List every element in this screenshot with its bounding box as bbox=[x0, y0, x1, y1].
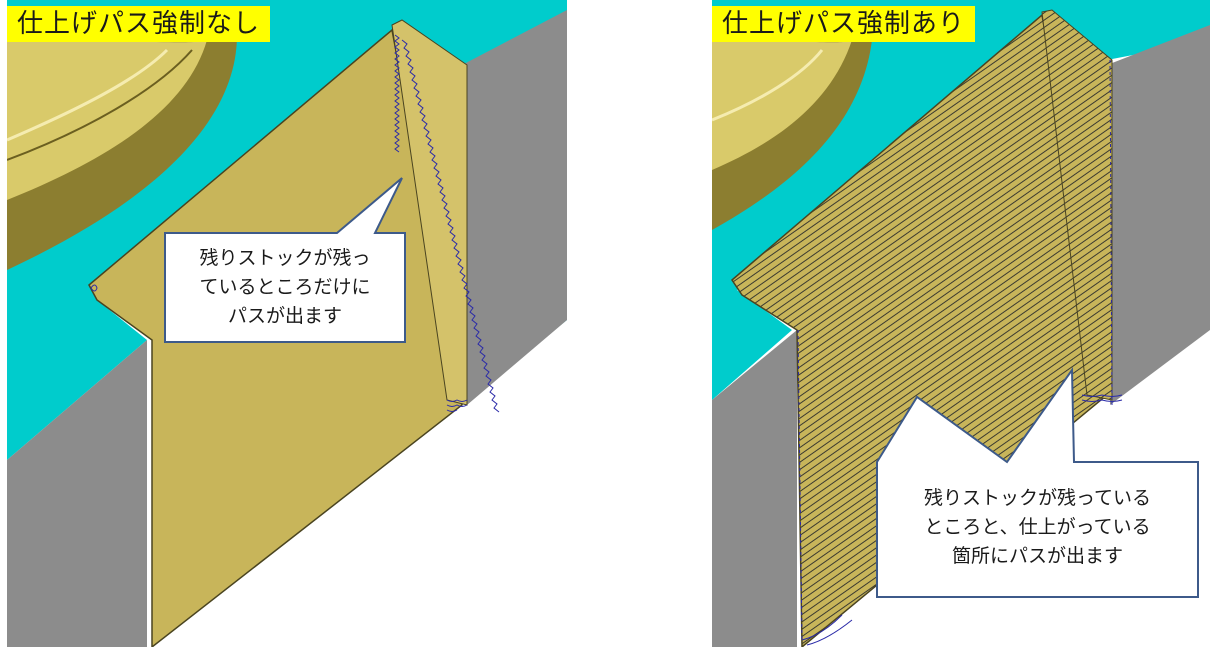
callout-line: パスが出ます bbox=[227, 305, 342, 327]
left-panel: 仕上げパス強制なし 残りストックが残っ ているところだけに パスが出ます bbox=[7, 0, 567, 647]
callout-line: ているところだけに bbox=[199, 276, 371, 298]
callout-line: ところと、仕上がっている bbox=[924, 516, 1151, 538]
callout-line: 残りストックが残っ bbox=[199, 247, 371, 269]
right-panel: 仕上げパス強制あり 残りストックが残っている ところと、仕上がっている 箇所にパ… bbox=[712, 0, 1210, 647]
right-callout-text: 残りストックが残っている ところと、仕上がっている 箇所にパスが出ます bbox=[877, 484, 1198, 571]
callout-line: 残りストックが残っている bbox=[923, 487, 1152, 509]
left-callout-text: 残りストックが残っ ているところだけに パスが出ます bbox=[165, 244, 405, 331]
left-title: 仕上げパス強制なし bbox=[7, 6, 271, 42]
callout-line: 箇所にパスが出ます bbox=[951, 545, 1123, 567]
right-title: 仕上げパス強制あり bbox=[712, 6, 976, 42]
